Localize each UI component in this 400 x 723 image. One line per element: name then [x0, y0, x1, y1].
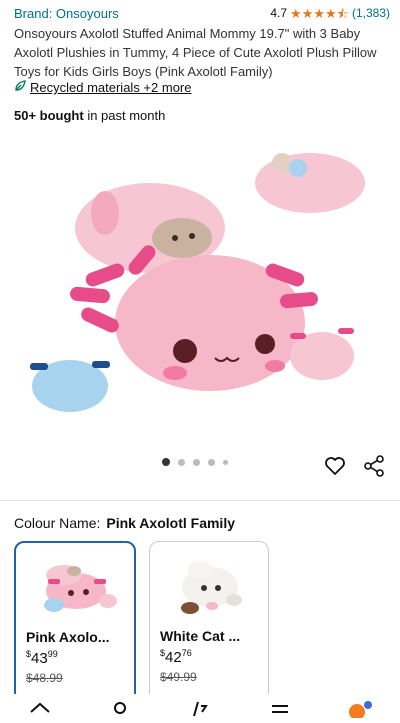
baby-plush-brown — [152, 218, 212, 258]
colour-value: Pink Axolotl Family — [106, 515, 235, 531]
colour-label: Colour Name: — [14, 515, 101, 531]
carousel-dots[interactable] — [162, 458, 228, 466]
home-icon[interactable] — [28, 700, 52, 718]
swatch-old-price: $48.99 — [26, 671, 63, 685]
recycled-badge[interactable]: Recycled materials +2 more — [14, 80, 191, 95]
heart-icon[interactable] — [323, 454, 347, 478]
bought-rest: in past month — [83, 108, 166, 123]
swatch-name: White Cat ... — [160, 628, 241, 644]
swatch-old-price: $49.99 — [160, 670, 197, 684]
swatch-price: $4399 — [26, 649, 58, 667]
leaf-icon — [14, 80, 26, 95]
share-icon[interactable] — [362, 454, 386, 478]
carousel-dot[interactable] — [208, 458, 215, 466]
colour-option-white-cat[interactable]: White Cat ... $4276 $49.99 — [149, 541, 269, 711]
inset-plush-image — [255, 153, 365, 213]
plush-eye — [173, 339, 197, 363]
swatch-price: $4276 — [160, 648, 192, 666]
brand-link[interactable]: Brand: Onsoyours — [14, 6, 119, 21]
colour-option-pink[interactable]: Pink Axolo... $4399 $48.99 — [14, 541, 136, 713]
rating[interactable]: 4.7 ★ ★ ★ ★ ⯪ (1,383) — [270, 6, 390, 20]
section-divider — [0, 500, 400, 501]
carousel-dot[interactable] — [223, 459, 228, 465]
star-rating-icon: ★ ★ ★ ★ ⯪ — [290, 5, 349, 21]
bought-count: 50+ bought in past month — [14, 108, 165, 123]
colour-selector-header: Colour Name: Pink Axolotl Family — [14, 515, 235, 531]
brand-row: Brand: Onsoyours 4.7 ★ ★ ★ ★ ⯪ (1,383) — [14, 6, 390, 24]
rating-value: 4.7 — [270, 6, 288, 20]
carousel-dot[interactable] — [162, 458, 170, 466]
swatch-image — [44, 565, 117, 612]
compare-icon[interactable] — [188, 700, 212, 718]
carousel-dot[interactable] — [193, 458, 200, 466]
swatch-name: Pink Axolo... — [26, 629, 110, 645]
account-icon[interactable] — [108, 700, 132, 718]
swatch-image — [181, 561, 242, 614]
bottom-nav — [0, 694, 400, 720]
recycled-link[interactable]: Recycled materials +2 more — [30, 80, 191, 95]
product-image[interactable] — [0, 128, 400, 448]
menu-icon[interactable] — [268, 700, 292, 718]
rating-count[interactable]: (1,383) — [352, 6, 390, 20]
assistant-icon[interactable] — [346, 700, 372, 720]
carousel-dot[interactable] — [178, 458, 185, 466]
baby-plush-pink — [290, 332, 354, 380]
plush-tail — [91, 191, 119, 235]
bought-bold: 50+ bought — [14, 108, 84, 123]
product-title: Onsoyours Axolotl Stuffed Animal Mommy 1… — [14, 26, 377, 79]
